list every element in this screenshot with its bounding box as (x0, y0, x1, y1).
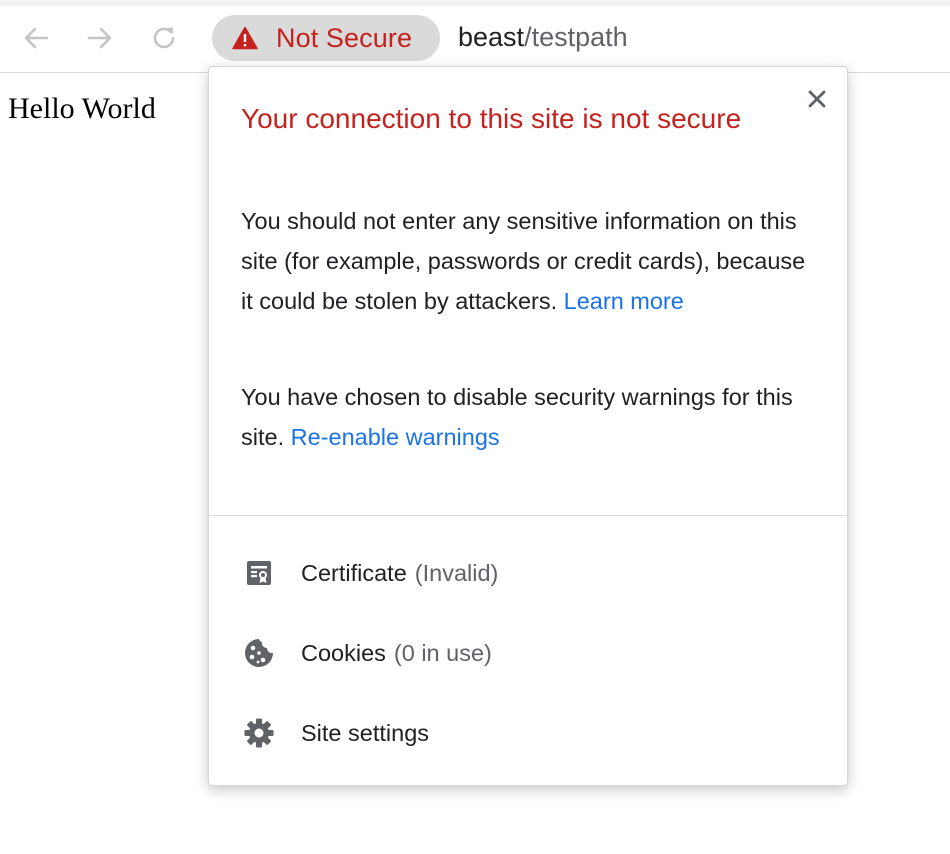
certificate-label: Certificate (301, 559, 407, 586)
close-icon (808, 90, 826, 108)
certificate-item[interactable]: Certificate (Invalid) (241, 551, 801, 595)
popup-divider (209, 515, 847, 516)
url-path: /testpath (524, 22, 628, 52)
back-button[interactable] (18, 20, 54, 56)
certificate-icon (241, 555, 277, 591)
cookies-label: Cookies (301, 639, 386, 666)
gear-icon (241, 715, 277, 751)
forward-button[interactable] (82, 20, 118, 56)
cookies-item[interactable]: Cookies (0 in use) (241, 631, 801, 675)
cookies-status: (0 in use) (393, 639, 492, 666)
disabled-warnings-text: You have chosen to disable security warn… (241, 377, 811, 457)
security-status-chip[interactable]: Not Secure (212, 15, 440, 61)
cookie-icon (241, 635, 277, 671)
reenable-warnings-link[interactable]: Re-enable warnings (291, 424, 500, 450)
forward-arrow-icon (87, 27, 112, 49)
address-bar-url[interactable]: beast/testpath (458, 22, 628, 53)
browser-toolbar: Not Secure beast/testpath (0, 6, 950, 73)
site-settings-item[interactable]: Site settings (241, 711, 801, 755)
url-host: beast (458, 22, 525, 52)
learn-more-link[interactable]: Learn more (564, 288, 684, 314)
popup-title: Your connection to this site is not secu… (241, 103, 742, 134)
security-chip-label: Not Secure (276, 22, 413, 53)
close-button[interactable] (805, 87, 829, 111)
warning-triangle-icon (232, 26, 258, 50)
site-info-popup: Your connection to this site is not secu… (208, 66, 848, 786)
security-warning-text: You should not enter any sensitive infor… (241, 201, 811, 321)
back-arrow-icon (24, 27, 49, 49)
warning-body: You should not enter any sensitive infor… (241, 208, 806, 314)
reload-button[interactable] (146, 20, 182, 56)
site-settings-label: Site settings (301, 719, 430, 746)
reload-icon (153, 27, 175, 49)
certificate-status: (Invalid) (414, 559, 499, 586)
page-content-text: Hello World (8, 92, 156, 125)
